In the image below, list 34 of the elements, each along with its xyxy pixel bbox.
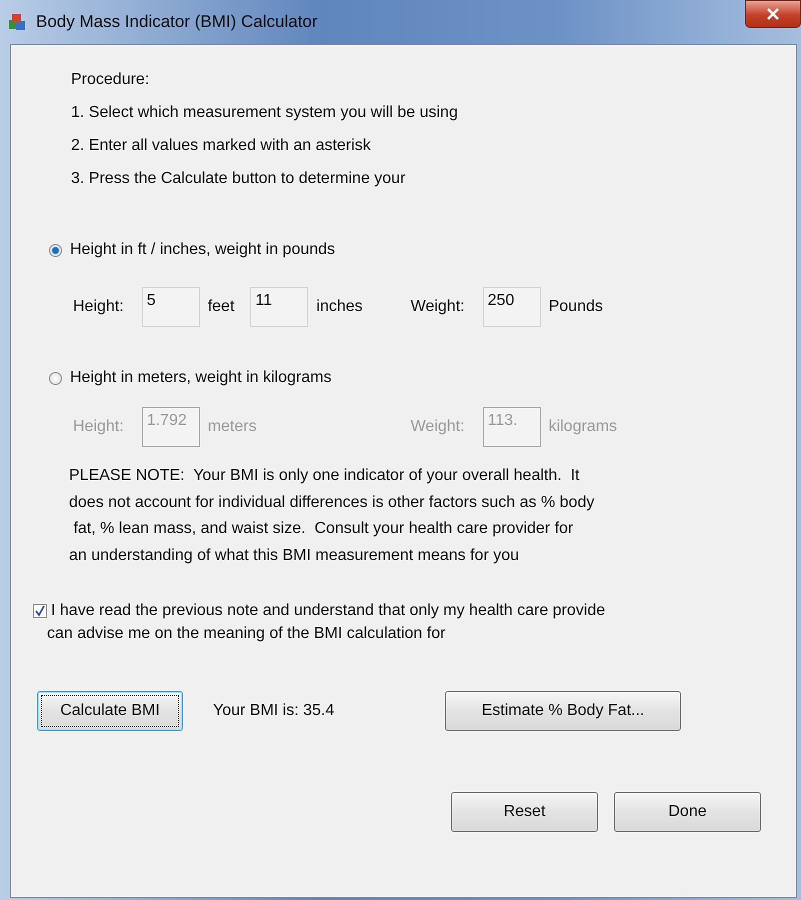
unit-label: meters (208, 418, 257, 436)
procedure-step: 1. Select which measurement system you will be using (71, 96, 796, 129)
close-icon[interactable] (766, 8, 780, 20)
field-label: Weight: (410, 418, 465, 436)
window-title: Body Mass Indicator (BMI) Calculator (36, 12, 318, 32)
input-field[interactable]: 5 (142, 287, 200, 327)
procedure-step: 2. Enter all values marked with an asterisk (71, 129, 796, 162)
dialog-button[interactable]: Done (614, 792, 761, 832)
field-label: Weight: (410, 298, 465, 316)
close-button[interactable] (745, 0, 801, 28)
checkbox-label[interactable]: I have read the previous note and understand that only my health care provide (51, 599, 606, 622)
procedure-heading: Procedure: (71, 70, 150, 90)
bmi-result: Your BMI is: 35.4 (213, 702, 336, 720)
app-icon (8, 13, 26, 31)
field-label: Height: (73, 418, 124, 436)
checkbox-label[interactable]: can advise me on the meaning of the BMI calculation for (47, 622, 606, 645)
unit-label: inches (316, 298, 363, 316)
calculate-button[interactable]: Calculate BMI (37, 691, 183, 731)
note-text: does not account for individual differences is other factors such as % body (69, 492, 596, 512)
procedure-step: 3. Press the Calculate button to determine your (71, 162, 796, 195)
note-text: an understanding of what this BMI measurement means for you (69, 546, 520, 566)
input-field[interactable]: 250 (482, 287, 541, 327)
input-field[interactable]: 11 (250, 287, 308, 327)
checkbox[interactable] (33, 604, 47, 618)
unit-label: Pounds (548, 298, 603, 316)
note-text: fat, % lean mass, and waist size. Consult your health care provider for (72, 519, 574, 539)
body-fat-button[interactable]: Estimate % Body Fat... (445, 691, 681, 731)
field-label: Height: (73, 298, 124, 316)
unit-label: kilograms (548, 418, 618, 436)
radio-button[interactable] (49, 244, 62, 256)
unit-label: feet (208, 298, 234, 316)
note-text: PLEASE NOTE: Your BMI is only one indicator of your overall health. It (69, 466, 580, 486)
radio-label[interactable]: Height in ft / inches, weight in pounds (70, 241, 336, 259)
dialog-button[interactable]: Reset (451, 792, 598, 832)
